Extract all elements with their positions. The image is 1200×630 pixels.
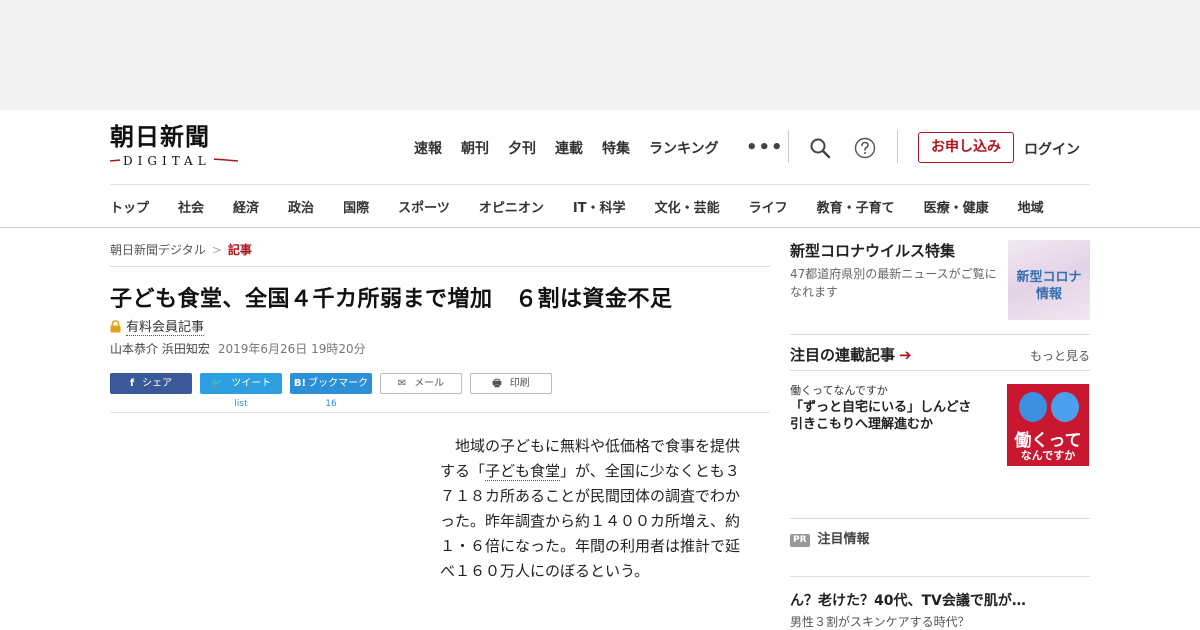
breadcrumb-home[interactable]: 朝日新聞デジタル — [110, 243, 206, 257]
hatena-count[interactable]: 16 — [290, 399, 372, 409]
topnav-ranking[interactable]: ランキング — [649, 138, 719, 158]
print-icon: 🖶 — [492, 378, 502, 389]
section-culture[interactable]: 文化・芸能 — [655, 197, 720, 216]
section-education[interactable]: 教育・子育て — [817, 197, 895, 216]
pr-heading-text: 注目情報 — [817, 532, 870, 547]
section-it-science[interactable]: IT・科学 — [573, 197, 626, 216]
sidebar-divider — [790, 334, 1090, 335]
corona-image-text: 新型コロナ 情報 — [1016, 270, 1082, 302]
search-icon[interactable] — [809, 137, 831, 159]
mail-button[interactable]: ✉ メール — [380, 373, 462, 394]
section-opinion[interactable]: オピニオン — [479, 197, 544, 216]
section-nav: トップ 社会 経済 政治 国際 スポーツ オピニオン IT・科学 文化・芸能 ラ… — [110, 197, 1044, 216]
topnav-choukan[interactable]: 朝刊 — [461, 138, 489, 158]
person-silhouette-icon — [1019, 392, 1047, 422]
breadcrumb-current: 記事 — [227, 243, 252, 257]
section-economy[interactable]: 経済 — [233, 197, 259, 216]
corona-feature-title[interactable]: 新型コロナウイルス特集 — [790, 240, 955, 261]
topnav-tokushu[interactable]: 特集 — [602, 138, 630, 158]
sidebar-divider — [790, 576, 1090, 577]
section-sports[interactable]: スポーツ — [398, 197, 450, 216]
topnav-rensai[interactable]: 連載 — [555, 138, 583, 158]
premium-label: 有料会員記事 — [126, 320, 205, 336]
series-article-link[interactable]: 「ずっと自宅にいる」しんどさ 引きこもりへ理解進むか — [790, 399, 995, 433]
series-more-link[interactable]: もっと見る — [1030, 347, 1090, 364]
twitter-share-label: ツイート — [231, 378, 272, 389]
sidebar-divider — [790, 518, 1090, 519]
breadcrumb: 朝日新聞デジタル > 記事 — [110, 241, 252, 258]
mail-label: メール — [414, 378, 445, 389]
logo-wordmark: 朝日新聞 — [110, 122, 210, 151]
article-title: 子ども食堂、全国４千カ所弱まで増加 ６割は資金不足 — [110, 287, 673, 312]
series-heading-text: 注目の連載記事 — [790, 346, 896, 364]
section-society[interactable]: 社会 — [178, 197, 204, 216]
series-thumbnail[interactable]: 働くって なんですか — [1007, 384, 1089, 466]
hatena-bookmark-label: ブックマーク — [308, 378, 369, 389]
series-kicker: 働くってなんですか — [790, 384, 888, 397]
publish-date: 2019年6月26日 19時20分 — [217, 342, 366, 356]
facebook-share-label: シェア — [142, 378, 173, 389]
person-silhouette-icon — [1051, 392, 1079, 422]
pr-article-sub: 男性３割がスキンケアする時代？ — [790, 615, 970, 629]
login-link[interactable]: ログイン — [1024, 139, 1080, 159]
section-international[interactable]: 国際 — [343, 197, 369, 216]
facebook-icon: f — [129, 378, 135, 389]
site-header: 朝日新聞 DIGITAL 速報 朝刊 夕刊 連載 特集 ランキング ••• お申… — [0, 110, 1200, 228]
section-health[interactable]: 医療・健康 — [924, 197, 989, 216]
authors: 山本恭介 浜田知宏 — [110, 342, 210, 356]
lock-icon — [110, 320, 121, 333]
more-menu-icon[interactable]: ••• — [746, 137, 784, 158]
divider — [788, 130, 789, 163]
apply-button[interactable]: お申し込み — [918, 132, 1014, 163]
topnav-yukan[interactable]: 夕刊 — [508, 138, 536, 158]
sidebar-divider — [790, 370, 1090, 371]
top-nav: 速報 朝刊 夕刊 連載 特集 ランキング — [414, 138, 738, 158]
print-button[interactable]: 🖶 印刷 — [470, 373, 552, 394]
kodomo-shokudo-link[interactable]: 子ども食堂 — [485, 462, 561, 481]
share-bar: f シェア 🐦 ツイート list B! ブックマーク 16 ✉ メール 🖶 印刷 — [110, 373, 570, 413]
mail-icon: ✉ — [397, 378, 407, 389]
byline: 山本恭介 浜田知宏 2019年6月26日 19時20分 — [110, 340, 366, 357]
topnav-sokuho[interactable]: 速報 — [414, 138, 442, 158]
premium-badge[interactable]: 有料会員記事 — [110, 316, 205, 336]
twitter-count[interactable]: list — [200, 399, 282, 409]
section-region[interactable]: 地域 — [1018, 197, 1044, 216]
breadcrumb-separator: > — [211, 243, 222, 257]
article-body: 地域の子どもに無料や低価格で食事を提供する「子ども食堂」が、全国に少なくとも３７… — [440, 434, 746, 584]
hatena-icon: B! — [293, 378, 307, 389]
pr-badge: PR — [790, 534, 810, 547]
breadcrumb-divider — [110, 266, 770, 267]
pr-heading: PR 注目情報 — [790, 528, 870, 547]
facebook-share-button[interactable]: f シェア — [110, 373, 192, 394]
share-divider — [110, 412, 770, 413]
help-icon[interactable] — [854, 137, 876, 159]
twitter-icon: 🐦 — [210, 378, 224, 389]
arrow-right-icon: ➔ — [899, 346, 912, 364]
section-top[interactable]: トップ — [110, 197, 149, 216]
section-life[interactable]: ライフ — [749, 197, 788, 216]
logo-digital: DIGITAL — [120, 154, 214, 168]
header-divider — [110, 184, 1090, 185]
ad-banner-area — [0, 0, 1200, 110]
series-heading[interactable]: 注目の連載記事 ➔ — [790, 344, 912, 365]
hatena-bookmark-button[interactable]: B! ブックマーク — [290, 373, 372, 394]
corona-feature-desc: 47都道府県別の最新ニュースがご覧になれます — [790, 267, 997, 299]
twitter-share-button[interactable]: 🐦 ツイート — [200, 373, 282, 394]
print-label: 印刷 — [509, 378, 530, 389]
divider — [897, 130, 898, 163]
corona-feature-image[interactable]: 新型コロナ 情報 — [1008, 240, 1090, 320]
pr-article-link[interactable]: ん？老けた？40代、TV会議で肌が… — [790, 590, 1026, 610]
asahi-logo[interactable]: 朝日新聞 DIGITAL — [110, 124, 240, 170]
series-thumbnail-sub: なんですか — [1020, 449, 1076, 462]
section-politics[interactable]: 政治 — [288, 197, 314, 216]
